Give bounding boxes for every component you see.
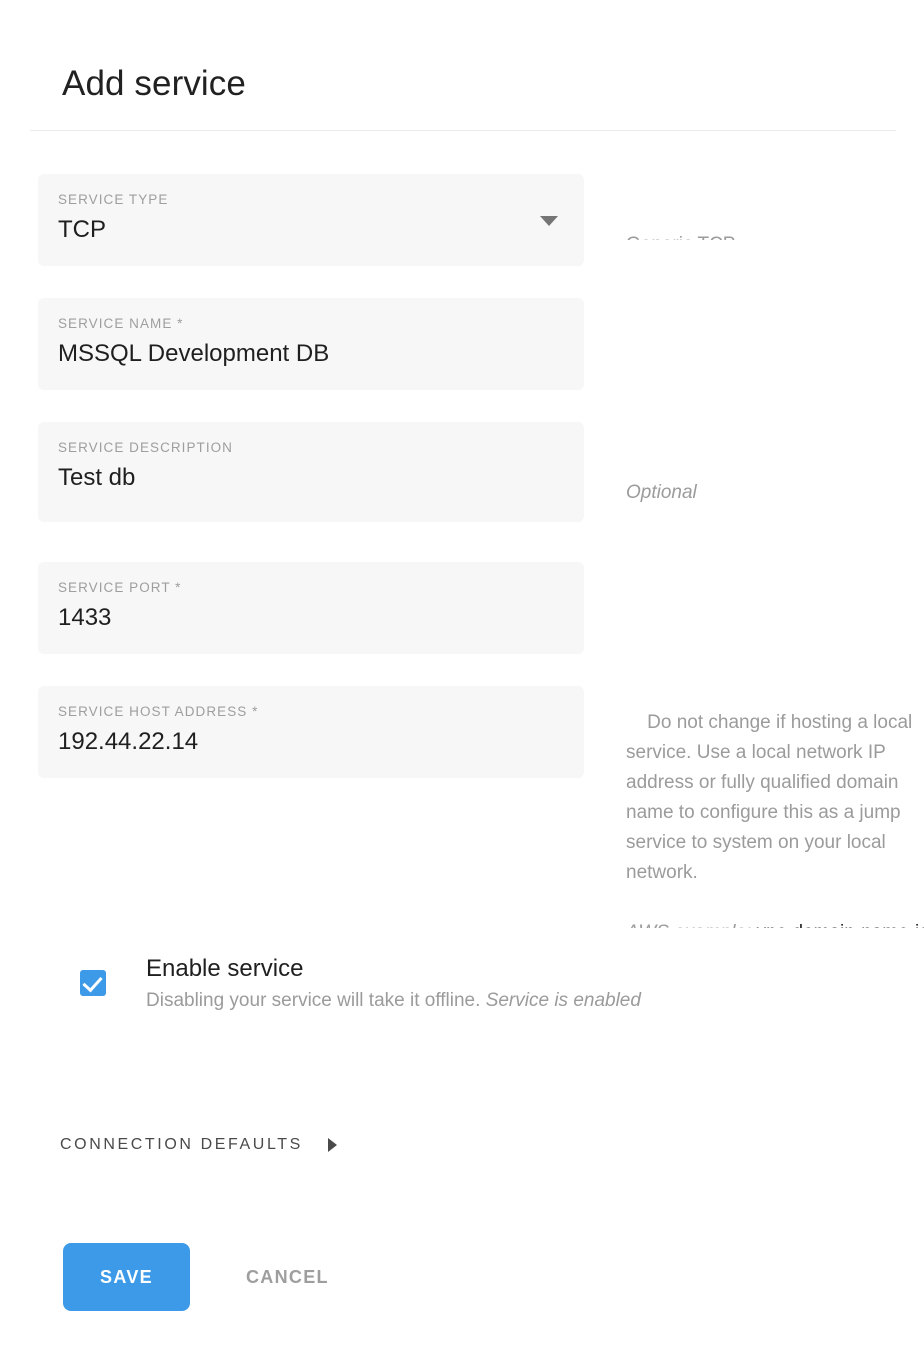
cancel-button[interactable]: CANCEL [246,1267,329,1288]
service-host-address-helper: Do not change if hosting a local service… [626,678,924,928]
aws-example-value: vpc-domain-name-identifier.region.es.ama… [757,922,924,928]
service-name-field[interactable]: SERVICE NAME * MSSQL Development DB [38,298,584,390]
service-type-label: SERVICE TYPE [58,192,169,207]
service-description-helper: Optional Service description or connecti… [626,418,924,546]
service-description-value[interactable]: Test db [58,463,564,493]
enable-service-subtitle: Disabling your service will take it offl… [146,988,641,1014]
connection-defaults-toggle[interactable]: CONNECTION DEFAULTS [60,1130,337,1160]
service-type-helper-line1: Generic TCP [626,230,924,240]
service-description-helper-emphasis: Optional [626,482,697,503]
service-type-helper: Generic TCP TCP protocol [626,170,924,240]
service-port-value[interactable]: 1433 [58,603,564,633]
enable-service-subtitle-text: Disabling your service will take it offl… [146,990,481,1011]
enable-service-row[interactable]: Enable service Disabling your service wi… [80,950,840,1020]
chevron-down-icon[interactable] [540,216,558,226]
chevron-right-icon[interactable] [327,1138,337,1152]
service-host-address-field[interactable]: SERVICE HOST ADDRESS * 192.44.22.14 [38,686,584,778]
service-host-address-value[interactable]: 192.44.22.14 [58,727,564,757]
aws-example-label: AWS example: [626,922,751,928]
enable-service-status: Service is enabled [485,990,641,1011]
service-name-value[interactable]: MSSQL Development DB [58,339,564,369]
enable-service-title: Enable service [146,955,304,982]
dialog-actions: SAVE CANCEL [63,1243,329,1311]
check-icon [82,971,103,993]
save-button[interactable]: SAVE [63,1243,190,1311]
connection-defaults-label: CONNECTION DEFAULTS [60,1136,303,1153]
dialog-header: Add service [0,0,924,131]
add-service-dialog: Add service SERVICE TYPE TCP Generic TCP… [0,0,924,1352]
service-host-address-helper-text: Do not change if hosting a local service… [626,712,918,883]
service-host-address-label: SERVICE HOST ADDRESS * [58,704,259,719]
service-type-value: TCP [58,216,106,243]
service-description-label: SERVICE DESCRIPTION [58,440,233,455]
service-port-field[interactable]: SERVICE PORT * 1433 [38,562,584,654]
service-port-label: SERVICE PORT * [58,580,182,595]
service-host-address-helper-example: AWS example: vpc-domain-name-identifier.… [626,918,924,928]
service-description-field[interactable]: SERVICE DESCRIPTION Test db [38,422,584,522]
service-name-label: SERVICE NAME * [58,316,184,331]
service-type-select[interactable]: SERVICE TYPE TCP [38,174,584,266]
page-title: Add service [62,64,246,103]
enable-service-checkbox[interactable] [80,970,106,996]
header-divider [30,130,896,131]
